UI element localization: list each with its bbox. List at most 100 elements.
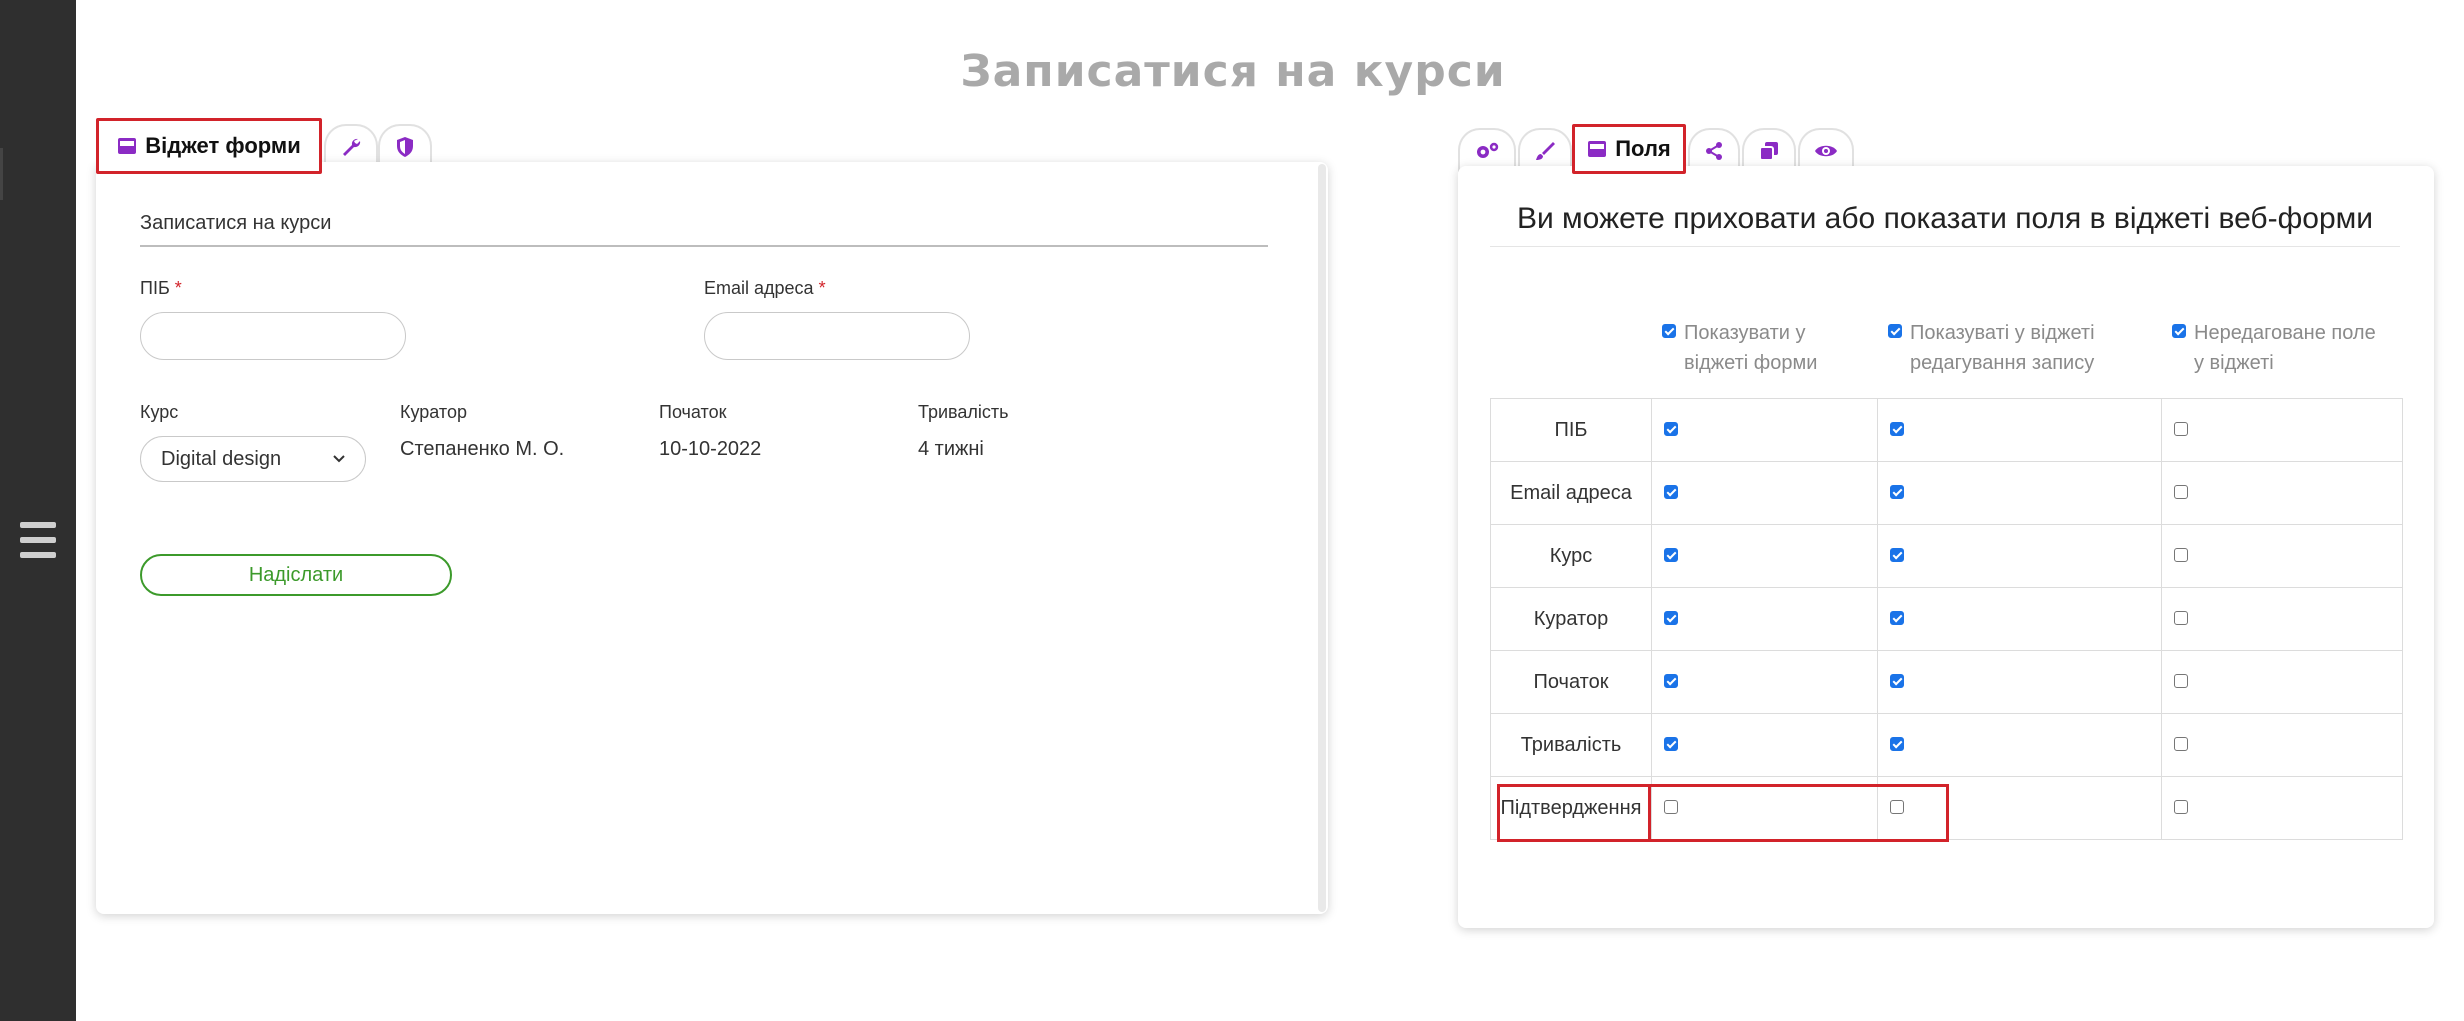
- readonly-cell: [2161, 398, 2403, 462]
- readonly-cell: [2161, 524, 2403, 588]
- show-in-form-checkbox[interactable]: [1664, 547, 1678, 562]
- form-title: Записатися на курси: [140, 212, 1268, 247]
- tab-fields[interactable]: Поля: [1572, 124, 1686, 174]
- show-in-form-cell: [1651, 524, 1878, 588]
- show-in-form-cell: [1651, 461, 1878, 525]
- readonly-cell: [2161, 713, 2403, 777]
- table-row: ПІБ: [1490, 398, 2403, 462]
- field-name: Курс: [1490, 524, 1652, 588]
- table-row: Підтвердження: [1490, 776, 2403, 840]
- chevron-down-icon: [333, 455, 345, 463]
- column-header-show-edit-label: Показуваті у віджеті редагування запису: [1910, 322, 2095, 374]
- readonly-checkbox[interactable]: [2174, 799, 2188, 814]
- table-row: Email адреса: [1490, 461, 2403, 525]
- show-in-edit-cell: [1877, 776, 2162, 840]
- name-label: ПІБ *: [140, 278, 182, 298]
- show-in-form-checkbox[interactable]: [1664, 421, 1678, 436]
- show-in-form-checkbox[interactable]: [1664, 736, 1678, 751]
- course-select-value: Digital design: [161, 447, 282, 470]
- field-name: Куратор: [1490, 587, 1652, 651]
- course-label: Курс: [140, 402, 179, 422]
- show-in-form-cell: [1651, 650, 1878, 714]
- form-widget-card: Записатися на курси ПІБ * Email адреса *…: [96, 162, 1328, 914]
- fields-card: Ви можете приховати або показати поля в …: [1458, 166, 2434, 928]
- submit-button[interactable]: Надіслати: [140, 554, 452, 596]
- sidebar-indicator: [0, 148, 3, 200]
- curator-value: Степаненко М. О.: [400, 438, 565, 460]
- page-title: Записатися на курси: [960, 46, 1506, 97]
- start-value: 10-10-2022: [659, 438, 762, 460]
- show-in-edit-checkbox[interactable]: [1890, 421, 1904, 436]
- show-in-form-cell: [1651, 587, 1878, 651]
- column-header-readonly: Нередаговане поле у віджеті: [2172, 318, 2376, 378]
- scrollbar[interactable]: [1318, 164, 1326, 912]
- menu-icon[interactable]: [20, 522, 56, 558]
- fields-panel-title: Ви можете приховати або показати поля в …: [1490, 202, 2400, 247]
- readonly-cell: [2161, 587, 2403, 651]
- readonly-checkbox[interactable]: [2174, 547, 2188, 562]
- brush-icon: [1536, 142, 1555, 160]
- share-icon: [1706, 142, 1722, 160]
- tab-form-widget[interactable]: Віджет форми: [96, 118, 322, 174]
- select-all-show-form-checkbox[interactable]: [1662, 324, 1676, 338]
- shield-icon: [397, 137, 413, 157]
- show-in-edit-cell: [1877, 650, 2162, 714]
- show-in-edit-checkbox[interactable]: [1890, 610, 1904, 625]
- field-name: Початок: [1490, 650, 1652, 714]
- fields-table: ПІБ Email адреса Курс Куратор Початок Тривалі…: [1490, 398, 2403, 840]
- show-in-form-cell: [1651, 713, 1878, 777]
- field-name: Тривалість: [1490, 713, 1652, 777]
- form-icon: [118, 138, 137, 154]
- readonly-cell: [2161, 650, 2403, 714]
- show-in-form-checkbox[interactable]: [1664, 484, 1678, 499]
- tab-fields-label: Поля: [1615, 136, 1671, 161]
- field-name: ПІБ: [1490, 398, 1652, 462]
- name-input[interactable]: [140, 312, 406, 360]
- table-row: Курс: [1490, 524, 2403, 588]
- select-all-readonly-checkbox[interactable]: [2172, 324, 2186, 338]
- eye-icon: [1815, 145, 1837, 157]
- form-icon: [1588, 141, 1607, 157]
- show-in-edit-checkbox[interactable]: [1890, 736, 1904, 751]
- gears-icon: [1477, 142, 1499, 158]
- readonly-cell: [2161, 776, 2403, 840]
- column-header-readonly-label: Нередаговане поле у віджеті: [2194, 322, 2376, 374]
- show-in-edit-cell: [1877, 398, 2162, 462]
- curator-label: Куратор: [400, 402, 467, 422]
- select-all-show-edit-checkbox[interactable]: [1888, 324, 1902, 338]
- column-header-show-form: Показувати у віджеті форми: [1662, 318, 1817, 378]
- table-row: Початок: [1490, 650, 2403, 714]
- readonly-cell: [2161, 461, 2403, 525]
- readonly-checkbox[interactable]: [2174, 484, 2188, 499]
- show-in-form-cell: [1651, 398, 1878, 462]
- email-input[interactable]: [704, 312, 970, 360]
- field-name: Email адреса: [1490, 461, 1652, 525]
- show-in-form-checkbox[interactable]: [1664, 610, 1678, 625]
- show-in-edit-cell: [1877, 587, 2162, 651]
- show-in-form-cell: [1651, 776, 1878, 840]
- duration-label: Тривалість: [918, 402, 1009, 422]
- readonly-checkbox[interactable]: [2174, 610, 2188, 625]
- duration-value: 4 тижні: [918, 438, 984, 460]
- show-in-form-checkbox[interactable]: [1664, 673, 1678, 688]
- tab-form-widget-label: Віджет форми: [145, 133, 301, 158]
- column-header-show-edit: Показуваті у віджеті редагування запису: [1888, 318, 2095, 378]
- readonly-checkbox[interactable]: [2174, 673, 2188, 688]
- copy-icon: [1759, 142, 1778, 161]
- show-in-edit-checkbox[interactable]: [1890, 547, 1904, 562]
- show-in-edit-checkbox[interactable]: [1890, 484, 1904, 499]
- show-in-edit-cell: [1877, 713, 2162, 777]
- course-select[interactable]: Digital design: [140, 436, 366, 482]
- show-in-edit-checkbox[interactable]: [1890, 673, 1904, 688]
- table-row: Куратор: [1490, 587, 2403, 651]
- start-label: Початок: [659, 402, 727, 422]
- show-in-form-checkbox[interactable]: [1664, 799, 1678, 814]
- email-label: Email адреса *: [704, 278, 826, 298]
- column-header-show-form-label: Показувати у віджеті форми: [1684, 322, 1818, 374]
- readonly-checkbox[interactable]: [2174, 421, 2188, 436]
- field-name: Підтвердження: [1490, 776, 1652, 840]
- show-in-edit-checkbox[interactable]: [1890, 799, 1904, 814]
- wrench-icon: [343, 138, 361, 156]
- sidebar: [0, 0, 76, 1021]
- readonly-checkbox[interactable]: [2174, 736, 2188, 751]
